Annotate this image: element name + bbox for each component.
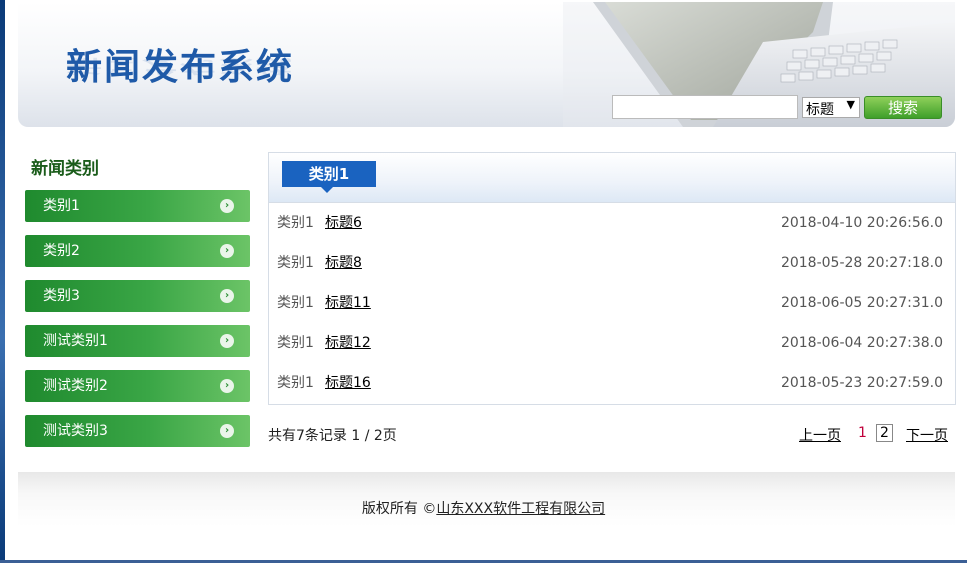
current-page-number: 1 <box>858 425 867 441</box>
page-header: 新闻发布系统 新闻发布系统 标题 ▼ 搜索 <box>18 2 955 127</box>
chevron-right-icon: › <box>220 334 234 348</box>
news-timestamp: 2018-06-04 20:27:38.0 <box>780 335 943 351</box>
tab-current-category[interactable]: 类别1 <box>282 161 376 187</box>
sidebar-item-category-2[interactable]: 类别2 › <box>25 235 250 267</box>
sidebar-item-category-1[interactable]: 类别1 › <box>25 190 250 222</box>
site-title-reflection: 新闻发布系统 <box>66 55 295 76</box>
page-2-link[interactable]: 2 <box>876 424 893 442</box>
news-row: 类别1 标题11 2018-06-05 20:27:31.0 <box>277 293 943 313</box>
news-row: 类别1 标题16 2018-05-23 20:27:59.0 <box>277 373 943 393</box>
sidebar-title: 新闻类别 <box>31 159 99 179</box>
search-button[interactable]: 搜索 <box>864 96 942 119</box>
company-link[interactable]: 山东XXX软件工程有限公司 <box>436 501 605 517</box>
pager-next-number: 2 <box>876 424 893 442</box>
news-category: 类别1 <box>277 375 314 391</box>
news-list-panel: 类别1 类别1 标题6 2018-04-10 20:26:56.0 类别1 标题… <box>268 152 956 405</box>
next-page-link[interactable]: 下一页 <box>906 428 948 444</box>
prev-page-link[interactable]: 上一页 <box>799 428 841 444</box>
chevron-down-icon: ▼ <box>846 98 855 111</box>
news-timestamp: 2018-05-28 20:27:18.0 <box>780 255 943 271</box>
news-row: 类别1 标题12 2018-06-04 20:27:38.0 <box>277 333 943 353</box>
panel-header: 类别1 <box>269 153 955 203</box>
search-input[interactable] <box>612 95 798 119</box>
news-category: 类别1 <box>277 295 314 311</box>
tab-pointer <box>321 187 333 193</box>
pager-current: 1 <box>858 425 867 441</box>
record-summary: 共有7条记录 1 / 2页 <box>268 428 397 444</box>
news-title-link[interactable]: 标题11 <box>325 293 371 313</box>
pager: 上一页 <box>799 425 841 445</box>
news-row: 类别1 标题6 2018-04-10 20:26:56.0 <box>277 213 943 233</box>
news-title-link[interactable]: 标题16 <box>325 373 371 393</box>
sidebar-item-category-3[interactable]: 类别3 › <box>25 280 250 312</box>
left-edge-decoration <box>0 0 5 563</box>
copyright-prefix: 版权所有 © <box>361 501 437 517</box>
news-category: 类别1 <box>277 215 314 231</box>
news-timestamp: 2018-06-05 20:27:31.0 <box>780 295 943 311</box>
chevron-right-icon: › <box>220 424 234 438</box>
search-select-value: 标题 <box>806 102 834 118</box>
news-row: 类别1 标题8 2018-05-28 20:27:18.0 <box>277 253 943 273</box>
pager-next: 下一页 <box>906 425 948 445</box>
news-timestamp: 2018-04-10 20:26:56.0 <box>780 215 943 231</box>
chevron-right-icon: › <box>220 289 234 303</box>
news-title-link[interactable]: 标题8 <box>325 253 362 273</box>
news-title-link[interactable]: 标题6 <box>325 213 362 233</box>
chevron-right-icon: › <box>220 379 234 393</box>
news-category: 类别1 <box>277 255 314 271</box>
copyright-text: 版权所有 ©山东XXX软件工程有限公司 <box>0 498 967 518</box>
chevron-right-icon: › <box>220 199 234 213</box>
sidebar-item-label: 类别1 <box>43 198 80 214</box>
sidebar-item-label: 测试类别2 <box>43 378 108 394</box>
search-field-select[interactable]: 标题 ▼ <box>802 97 860 118</box>
sidebar-item-label: 测试类别1 <box>43 333 108 349</box>
chevron-right-icon: › <box>220 244 234 258</box>
news-category: 类别1 <box>277 335 314 351</box>
sidebar-item-label: 测试类别3 <box>43 423 108 439</box>
sidebar-item-label: 类别2 <box>43 243 80 259</box>
news-title-link[interactable]: 标题12 <box>325 333 371 353</box>
sidebar-item-test-category-3[interactable]: 测试类别3 › <box>25 415 250 447</box>
news-timestamp: 2018-05-23 20:27:59.0 <box>780 375 943 391</box>
sidebar-item-test-category-1[interactable]: 测试类别1 › <box>25 325 250 357</box>
sidebar-item-test-category-2[interactable]: 测试类别2 › <box>25 370 250 402</box>
sidebar-item-label: 类别3 <box>43 288 80 304</box>
